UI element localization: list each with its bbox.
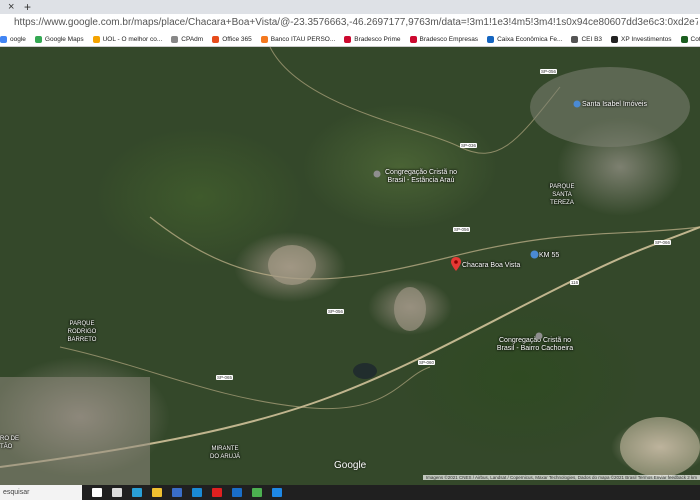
teamviewer-icon[interactable] bbox=[272, 488, 282, 497]
google-logo: Google bbox=[334, 460, 367, 471]
bookmark-icon bbox=[680, 35, 688, 43]
bookmark-item[interactable]: Bradesco Prime bbox=[344, 35, 401, 43]
dell-icon[interactable] bbox=[192, 488, 202, 497]
area-label-left-edge: RO DE TÃO bbox=[0, 436, 20, 450]
start-icon[interactable] bbox=[92, 488, 102, 497]
mail-icon[interactable] bbox=[172, 488, 182, 497]
bookmark-label: Google Maps bbox=[44, 35, 84, 43]
church-marker-icon[interactable] bbox=[535, 332, 543, 340]
bookmark-item[interactable]: Bradesco Empresas bbox=[409, 35, 479, 43]
bookmark-icon bbox=[344, 35, 352, 43]
road-label: SP-066 bbox=[654, 240, 672, 245]
tab-close-button[interactable]: × bbox=[8, 1, 14, 13]
bookmarks-bar: oogle Google Maps UOL - O melhor co... CPAd… bbox=[0, 32, 700, 47]
bookmark-item[interactable]: Office 365 bbox=[212, 35, 252, 43]
map-attribution[interactable]: Imagens ©2021 CNES / Airbus, Landsat / C… bbox=[422, 475, 700, 480]
bookmark-icon bbox=[571, 35, 579, 43]
new-tab-button[interactable]: + bbox=[24, 0, 31, 14]
satellite-map[interactable]: Chacara Boa Vista KM 55 Santa Isabel Imó… bbox=[0, 47, 700, 485]
bookmark-item[interactable]: Cotações FII | B3 bbox=[680, 35, 700, 43]
area-mirante-do-aruja: MIRANTE DO ARUJÁ bbox=[209, 446, 240, 460]
place-km-55[interactable]: KM 55 bbox=[539, 252, 559, 260]
bookmark-label: Banco ITAU PERSO... bbox=[270, 35, 336, 43]
map-marker-icon[interactable] bbox=[530, 250, 539, 259]
bookmark-item[interactable]: UOL - O melhor co... bbox=[92, 35, 163, 43]
bookmark-label: Bradesco Prime bbox=[354, 35, 401, 43]
acrobat-icon[interactable] bbox=[212, 488, 222, 497]
tab-bar: × + bbox=[0, 0, 700, 14]
bookmark-item[interactable]: XP Investimentos bbox=[611, 35, 672, 43]
quarry-area bbox=[268, 245, 316, 285]
bookmark-item[interactable]: CPAdm bbox=[171, 35, 204, 43]
quarry-area-2 bbox=[394, 287, 426, 331]
url-text[interactable]: https://www.google.com.br/maps/place/Cha… bbox=[14, 17, 698, 28]
place-santa-isabel-imoveis[interactable]: Santa Isabel Imóveis bbox=[582, 101, 647, 109]
area-parque-santa-tereza: PARQUE SANTA TEREZA bbox=[549, 184, 575, 206]
taskbar-search-input[interactable]: esquisar bbox=[0, 485, 82, 500]
taskbar: esquisar bbox=[0, 485, 700, 500]
bookmark-icon bbox=[212, 35, 220, 43]
road-label: 116 bbox=[570, 280, 580, 285]
bookmark-icon bbox=[34, 35, 42, 43]
task-view-icon[interactable] bbox=[112, 488, 122, 497]
bookmark-label: oogle bbox=[10, 35, 26, 43]
map-roads bbox=[0, 47, 700, 485]
bookmark-label: Office 365 bbox=[222, 35, 252, 43]
clearing-right bbox=[620, 417, 700, 477]
upper-road bbox=[269, 47, 561, 154]
bookmark-label: XP Investimentos bbox=[621, 35, 672, 43]
edge-icon[interactable] bbox=[132, 488, 142, 497]
lake bbox=[353, 363, 377, 379]
bookmark-item[interactable]: CEI B3 bbox=[571, 35, 603, 43]
bookmark-label: Cotações FII | B3 bbox=[690, 35, 700, 43]
bookmark-icon bbox=[0, 35, 7, 43]
road-label: SP-056 bbox=[453, 227, 471, 232]
map-marker-icon[interactable] bbox=[573, 100, 581, 108]
address-bar[interactable]: https://www.google.com.br/maps/place/Cha… bbox=[0, 14, 700, 33]
bookmark-label: CEI B3 bbox=[581, 35, 603, 43]
bookmark-item[interactable]: Banco ITAU PERSO... bbox=[260, 35, 336, 43]
place-chacara-boa-vista[interactable]: Chacara Boa Vista bbox=[462, 262, 520, 270]
bookmark-label: UOL - O melhor co... bbox=[102, 35, 163, 43]
bookmark-icon bbox=[92, 35, 100, 43]
bookmark-item[interactable]: oogle bbox=[0, 35, 26, 43]
road-label: SP-060 bbox=[418, 360, 436, 365]
red-pin-icon[interactable] bbox=[451, 257, 461, 271]
road-label: SP-065 bbox=[216, 375, 234, 380]
bookmark-icon bbox=[487, 35, 495, 43]
bookmark-item[interactable]: Google Maps bbox=[34, 35, 84, 43]
road-label: SP-056 bbox=[327, 309, 345, 314]
sp-066-road bbox=[149, 216, 700, 280]
road-label: SP-056 bbox=[540, 69, 558, 74]
urban-area bbox=[0, 377, 150, 485]
bookmark-label: Caixa Econômica Fe... bbox=[497, 35, 563, 43]
bookmark-icon bbox=[409, 35, 417, 43]
area-parque-rodrigo-barreto: PARQUE RODRIGO BARRETO bbox=[67, 321, 97, 343]
bookmark-item[interactable]: Caixa Econômica Fe... bbox=[487, 35, 563, 43]
store-icon[interactable] bbox=[152, 488, 162, 497]
outlook-icon[interactable] bbox=[232, 488, 242, 497]
bookmark-icon bbox=[260, 35, 268, 43]
bookmark-icon bbox=[171, 35, 179, 43]
bookmark-label: CPAdm bbox=[181, 35, 204, 43]
bookmark-label: Bradesco Empresas bbox=[419, 35, 479, 43]
church-marker-icon[interactable] bbox=[373, 170, 381, 178]
bookmark-icon bbox=[611, 35, 619, 43]
chrome-icon[interactable] bbox=[252, 488, 262, 497]
place-congregacao-estancia-arau[interactable]: Congregação Cristã no Brasil - Estância … bbox=[381, 169, 461, 185]
road-label: SP-036 bbox=[460, 143, 478, 148]
